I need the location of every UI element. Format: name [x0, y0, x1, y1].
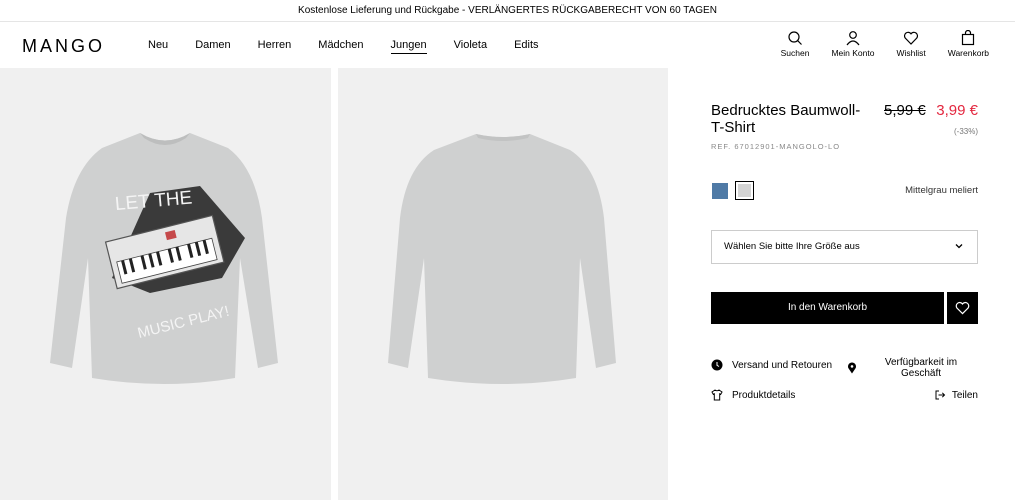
- promo-banner: Kostenlose Lieferung und Rückgabe - VERL…: [0, 0, 1015, 22]
- header: MANGO Neu Damen Herren Mädchen Jungen Vi…: [0, 22, 1015, 68]
- location-pin-icon: [848, 362, 856, 374]
- tshirt-front-illustration: LET THE MUSIC PLAY!: [50, 133, 278, 384]
- tshirt-icon: [711, 389, 723, 401]
- shipping-returns-link[interactable]: Versand und Retouren: [711, 359, 832, 371]
- nav-item-edits[interactable]: Edits: [514, 39, 538, 54]
- product-details-link[interactable]: Produktdetails: [711, 389, 795, 401]
- size-select-placeholder: Wählen Sie bitte Ihre Größe aus: [724, 241, 860, 252]
- heart-icon: [904, 31, 919, 45]
- product-details-label: Produktdetails: [732, 389, 796, 401]
- search-icon: [788, 31, 802, 45]
- nav-item-damen[interactable]: Damen: [195, 39, 230, 54]
- nav-item-violeta[interactable]: Violeta: [454, 39, 487, 54]
- color-swatch-grey-selected[interactable]: [735, 181, 754, 200]
- product-title: Bedrucktes Baumwoll-T-Shirt: [711, 102, 861, 136]
- nav-item-herren[interactable]: Herren: [258, 39, 292, 54]
- product-image-back[interactable]: [338, 68, 668, 500]
- main-nav: Neu Damen Herren Mädchen Jungen Violeta …: [148, 39, 566, 54]
- tshirt-back-illustration: [388, 134, 616, 384]
- heart-icon: [955, 301, 970, 315]
- cart-label: Warenkorb: [947, 48, 989, 58]
- cart-button[interactable]: Warenkorb: [948, 30, 989, 58]
- add-to-cart-button[interactable]: In den Warenkorb: [711, 292, 944, 324]
- search-button[interactable]: Suchen: [780, 30, 810, 58]
- nav-item-jungen[interactable]: Jungen: [390, 39, 427, 54]
- product-image-front[interactable]: LET THE MUSIC PLAY!: [0, 68, 331, 500]
- account-label: Mein Konto: [831, 48, 875, 58]
- size-select[interactable]: Wählen Sie bitte Ihre Größe aus: [711, 230, 978, 264]
- old-price: 5,99 €: [884, 102, 926, 119]
- bag-icon: [962, 30, 975, 46]
- color-swatch-blue[interactable]: [712, 183, 728, 199]
- store-availability-link[interactable]: Verfügbarkeit im Geschäft: [846, 357, 976, 379]
- shipping-returns-label: Versand und Retouren: [732, 359, 833, 371]
- color-name: Mittelgrau meliert: [905, 185, 978, 196]
- share-link[interactable]: Teilen: [934, 389, 978, 401]
- mango-logo[interactable]: MANGO: [22, 36, 105, 57]
- nav-item-maedchen[interactable]: Mädchen: [318, 39, 363, 54]
- add-to-wishlist-button[interactable]: [947, 292, 978, 324]
- clock-icon: [711, 359, 723, 371]
- search-label: Suchen: [780, 48, 810, 58]
- nav-item-neu[interactable]: Neu: [148, 39, 168, 54]
- discount-badge: (-33%): [953, 127, 978, 136]
- chevron-down-icon: [955, 244, 963, 249]
- share-icon: [935, 390, 946, 400]
- wishlist-button[interactable]: Wishlist: [896, 30, 926, 58]
- account-button[interactable]: Mein Konto: [831, 30, 874, 58]
- sale-price: 3,99 €: [936, 102, 978, 119]
- product-reference: REF. 67012901-MANGOLO-LO: [711, 142, 841, 151]
- wishlist-label: Wishlist: [896, 48, 926, 58]
- share-label: Teilen: [951, 389, 978, 401]
- user-icon: [846, 31, 860, 46]
- store-availability-label: Verfügbarkeit im Geschäft: [884, 357, 958, 379]
- header-tools: Suchen Mein Konto Wishlist Warenkorb: [759, 30, 989, 58]
